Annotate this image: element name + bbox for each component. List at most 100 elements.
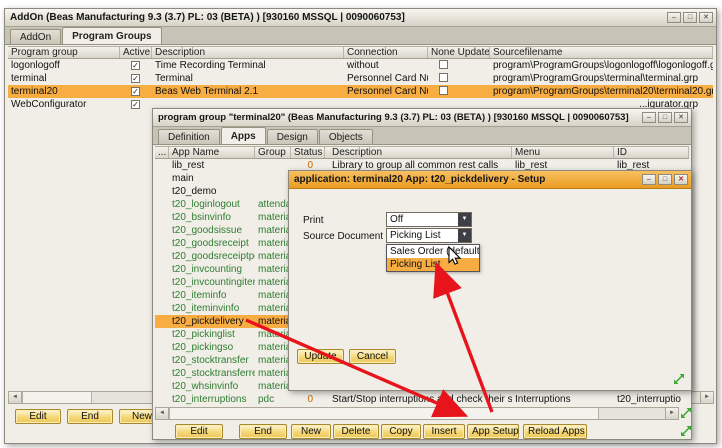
program-groups-table: logonlogoff ✓ Time Recording Terminal wi… — [8, 59, 713, 111]
setup-window-title: application: terminal20 App: t20_pickdel… — [294, 174, 638, 185]
option-sales-order[interactable]: Sales Order (default) — [387, 245, 479, 258]
cell-description: Start/Stop interruptions and check their… — [325, 393, 512, 406]
row-indicator — [155, 367, 169, 380]
app-row-t20_interruptions[interactable]: t20_interruptions pdc 0 Start/Stop inter… — [155, 393, 689, 406]
resize-grip-icon[interactable] — [680, 407, 692, 419]
active-checkbox[interactable]: ✓ — [131, 87, 140, 96]
cell-app-name: t20_invcountingiter — [169, 276, 255, 289]
table-row-logonlogoff[interactable]: logonlogoff ✓ Time Recording Terminal wi… — [8, 59, 713, 72]
chevron-down-icon[interactable]: ▼ — [458, 213, 471, 226]
cell-app-name: t20_iteminvinfo — [169, 302, 255, 315]
row-indicator — [155, 276, 169, 289]
row-indicator — [155, 237, 169, 250]
maximize-icon[interactable]: □ — [658, 174, 672, 185]
active-checkbox[interactable]: ✓ — [131, 100, 140, 109]
minimize-icon[interactable]: – — [642, 174, 656, 185]
delete-button[interactable]: Delete — [333, 424, 379, 439]
maximize-icon[interactable]: □ — [683, 12, 697, 23]
tab-program-groups[interactable]: Program Groups — [62, 27, 161, 44]
col-none-update: None Update — [428, 47, 490, 58]
active-checkbox[interactable]: ✓ — [131, 61, 140, 70]
tab-addon[interactable]: AddOn — [10, 29, 61, 44]
cell-app-name: t20_loginlogout — [169, 198, 255, 211]
cell-app-name: t20_demo — [169, 185, 255, 198]
cell-group — [255, 172, 291, 185]
main-button-row: Edit End New — [15, 409, 165, 424]
table-row-terminal[interactable]: terminal ✓ Terminal Personnel Card Numbe… — [8, 72, 713, 85]
minimize-icon[interactable]: – — [642, 112, 656, 123]
edit-button[interactable]: Edit — [175, 424, 223, 439]
copy-button[interactable]: Copy — [381, 424, 421, 439]
resize-grip-icon[interactable] — [680, 425, 692, 437]
main-window-controls: – □ ✕ — [667, 12, 713, 23]
row-indicator — [155, 172, 169, 185]
main-window-titlebar[interactable]: AddOn (Beas Manufacturing 9.3 (3.7) PL: … — [5, 9, 716, 27]
scroll-track[interactable] — [599, 408, 665, 419]
scroll-left-icon[interactable]: ◄ — [156, 408, 169, 419]
new-button[interactable]: New — [291, 424, 331, 439]
resize-grip-icon[interactable] — [673, 373, 685, 385]
group-tabstrip: Definition Apps Design Objects — [153, 127, 691, 145]
end-button[interactable]: End — [67, 409, 113, 424]
cancel-button[interactable]: Cancel — [349, 349, 396, 364]
cell-app-name: t20_stocktransferre — [169, 367, 255, 380]
app-setup-button[interactable]: App Setup — [467, 424, 519, 439]
setup-window: application: terminal20 App: t20_pickdel… — [288, 170, 692, 391]
end-button[interactable]: End — [239, 424, 287, 439]
cell-group: materialm — [255, 224, 291, 237]
setup-window-titlebar[interactable]: application: terminal20 App: t20_pickdel… — [289, 171, 691, 189]
scroll-thumb[interactable] — [169, 408, 599, 419]
tab-design[interactable]: Design — [267, 129, 318, 144]
none-update-checkbox[interactable] — [439, 60, 448, 69]
update-button[interactable]: Update — [297, 349, 344, 364]
maximize-icon[interactable]: □ — [658, 112, 672, 123]
cell-sourcefilename: program\ProgramGroups\terminal20\termina… — [490, 85, 713, 98]
cell-app-name: lib_rest — [169, 159, 255, 172]
cell-app-name: t20_bsinvinfo — [169, 211, 255, 224]
close-icon[interactable]: ✕ — [674, 112, 688, 123]
active-checkbox[interactable]: ✓ — [131, 74, 140, 83]
none-update-checkbox[interactable] — [439, 73, 448, 82]
cell-active: ✓ — [120, 59, 152, 72]
reload-apps-button[interactable]: Reload Apps — [523, 424, 587, 439]
tab-objects[interactable]: Objects — [319, 129, 373, 144]
scroll-left-icon[interactable]: ◄ — [9, 392, 22, 403]
source-dropdown-value: Picking List — [387, 229, 458, 242]
cell-app-name: t20_whsinvinfo — [169, 380, 255, 393]
tab-definition[interactable]: Definition — [158, 129, 220, 144]
minimize-icon[interactable]: – — [667, 12, 681, 23]
col-indicator: ... — [155, 147, 169, 158]
chevron-down-icon[interactable]: ▼ — [458, 229, 471, 242]
insert-button[interactable]: Insert — [423, 424, 465, 439]
cell-app-name: t20_pickinglist — [169, 328, 255, 341]
row-indicator — [155, 328, 169, 341]
cell-description: Beas Web Terminal 2.1 — [152, 85, 344, 98]
cell-group: materialm — [255, 211, 291, 224]
cell-group: materialm — [255, 328, 291, 341]
print-dropdown[interactable]: Off ▼ — [386, 212, 472, 227]
scroll-thumb[interactable] — [22, 392, 92, 403]
cell-group: materialm — [255, 237, 291, 250]
cell-group: materialm — [255, 263, 291, 276]
group-button-row: Edit End New Delete Copy Insert App Setu… — [175, 424, 589, 439]
cell-program-group: terminal — [8, 72, 120, 85]
cell-app-name: t20_iteminfo — [169, 289, 255, 302]
close-icon[interactable]: ✕ — [674, 174, 688, 185]
row-indicator — [155, 380, 169, 393]
close-icon[interactable]: ✕ — [699, 12, 713, 23]
tab-apps[interactable]: Apps — [221, 127, 266, 144]
cell-app-name: t20_pickingso — [169, 341, 255, 354]
scroll-right-icon[interactable]: ► — [700, 392, 713, 403]
cell-group: materialm — [255, 315, 291, 328]
col-active: Active — [120, 47, 152, 58]
table-row-terminal20[interactable]: terminal20 ✓ Beas Web Terminal 2.1 Perso… — [8, 85, 713, 98]
scroll-right-icon[interactable]: ► — [665, 408, 678, 419]
source-document-dropdown[interactable]: Picking List ▼ — [386, 228, 472, 243]
source-document-label: Source Document — [303, 231, 383, 242]
group-horizontal-scrollbar[interactable]: ◄ ► — [155, 407, 679, 420]
row-indicator — [155, 211, 169, 224]
group-window-titlebar[interactable]: program group "terminal20" (Beas Manufac… — [153, 109, 691, 127]
option-picking-list[interactable]: Picking List — [387, 258, 479, 271]
none-update-checkbox[interactable] — [439, 86, 448, 95]
edit-button[interactable]: Edit — [15, 409, 61, 424]
